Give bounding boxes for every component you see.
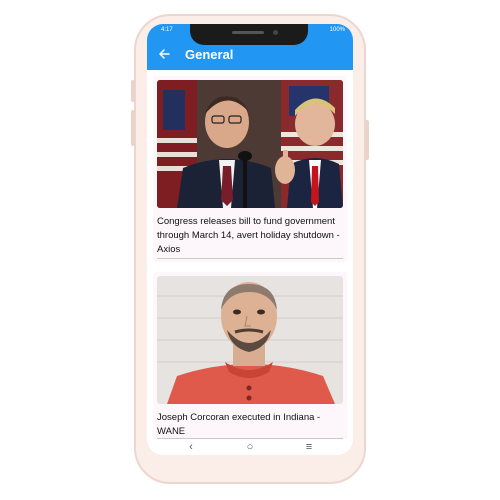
news-feed[interactable]: Congress releases bill to fund governmen… (147, 70, 353, 439)
volume-down-button (131, 110, 135, 146)
news-card[interactable]: Joseph Corcoran executed in Indiana - WA… (153, 272, 347, 439)
news-photo-1[interactable] (157, 80, 343, 208)
speaker-grille (232, 31, 264, 34)
power-button (365, 120, 369, 160)
nav-home-icon[interactable]: ○ (240, 440, 260, 454)
back-arrow-icon[interactable] (155, 45, 173, 63)
nav-back-icon[interactable]: ‹ (181, 440, 201, 454)
front-camera (273, 30, 278, 35)
volume-up-button (131, 80, 135, 102)
camera-notch (190, 24, 308, 45)
phone-screen: 4:17 100% General Congress releases bill… (147, 24, 353, 455)
card-divider (157, 258, 343, 259)
system-nav-bar: ‹ ○ ≡ (147, 439, 353, 455)
news-headline[interactable]: Congress releases bill to fund governmen… (157, 215, 343, 257)
status-battery: 100% (329, 27, 345, 33)
news-photo-2[interactable] (157, 276, 343, 404)
nav-recents-icon[interactable]: ≡ (299, 440, 319, 454)
status-time: 4:17 (161, 27, 173, 33)
news-headline[interactable]: Joseph Corcoran executed in Indiana - WA… (157, 411, 343, 439)
app-title: General (185, 47, 234, 62)
news-card[interactable]: Congress releases bill to fund governmen… (153, 76, 347, 262)
